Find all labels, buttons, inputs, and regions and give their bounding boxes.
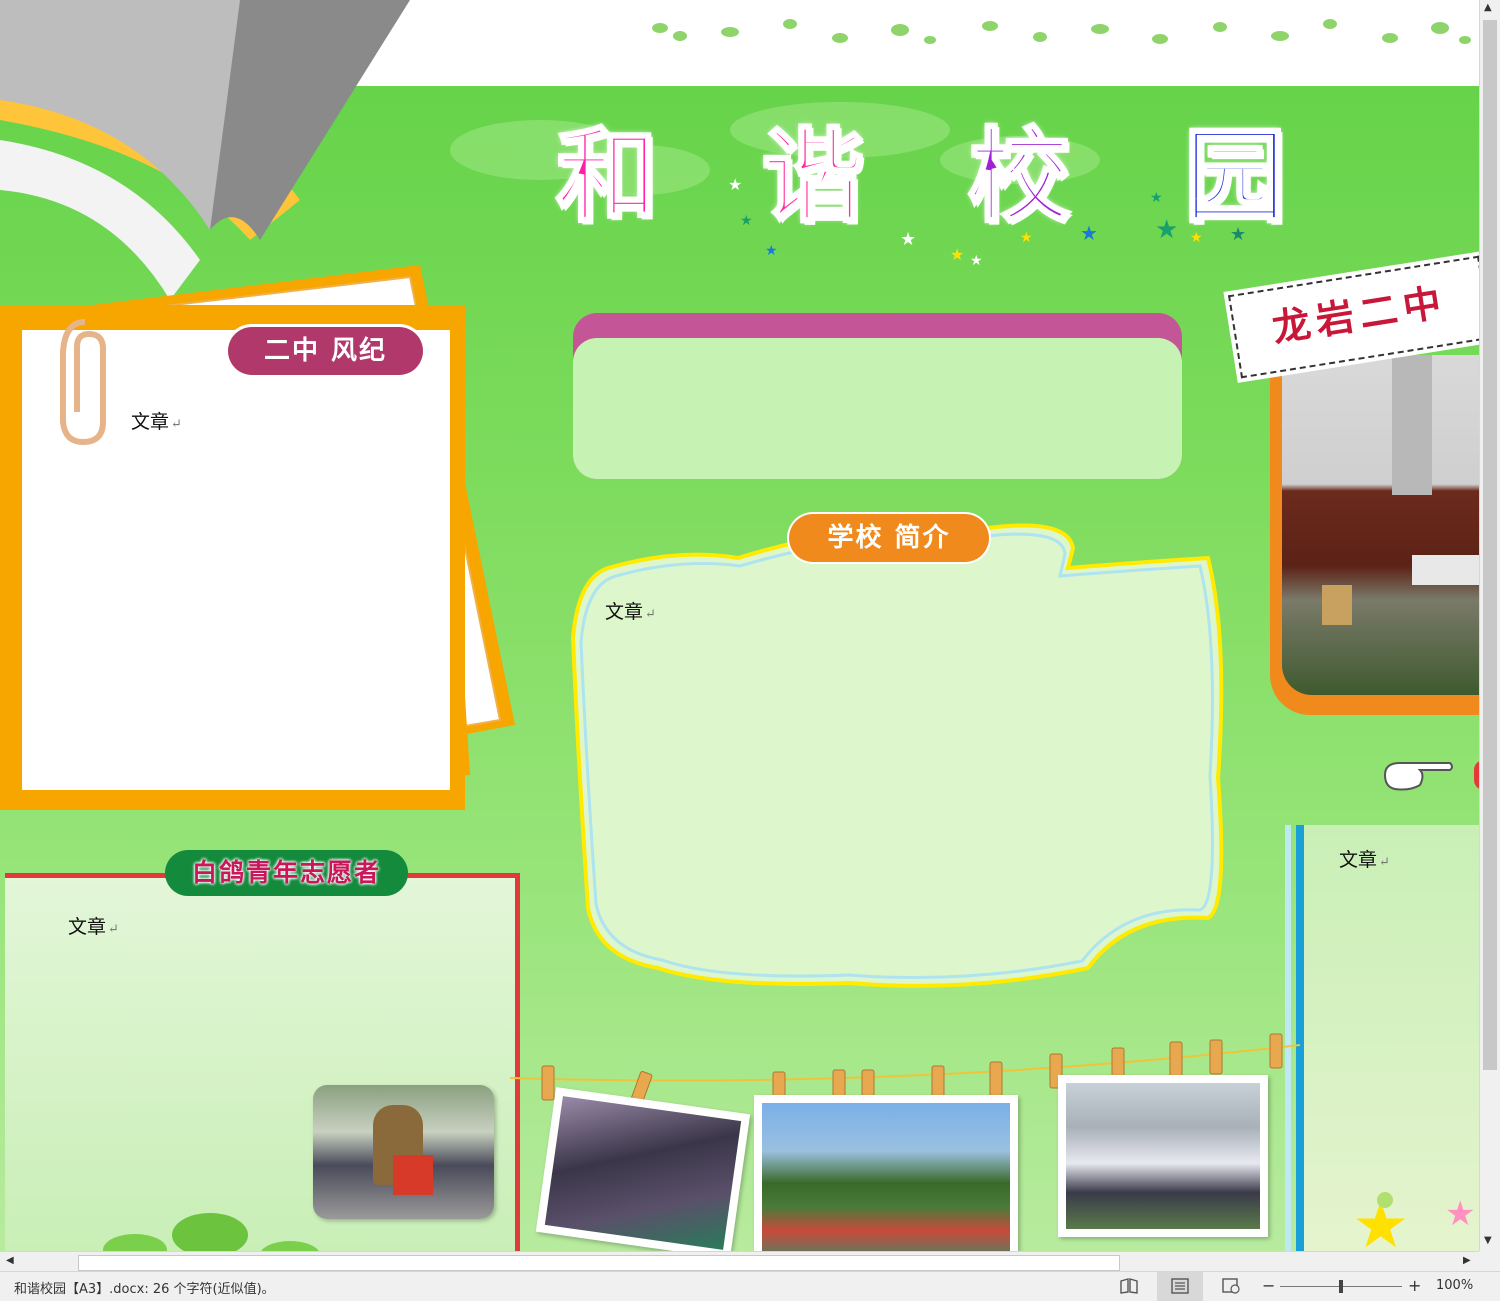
section-label-intro: 学校 简介 bbox=[789, 514, 989, 562]
svg-text:★: ★ bbox=[1230, 224, 1246, 245]
svg-text:★: ★ bbox=[1155, 215, 1178, 245]
article-volunteer[interactable]: 文章 ↵ bbox=[68, 912, 119, 939]
school-gate-photo bbox=[1282, 355, 1479, 695]
article-text: 文章 bbox=[1339, 849, 1378, 871]
top-content-box[interactable] bbox=[573, 338, 1182, 479]
document-info: 和谐校园【A3】.docx: 26 个字符(近似值)。 bbox=[14, 1282, 275, 1297]
leaves-decoration bbox=[103, 1213, 319, 1251]
article-right[interactable]: 文章 ↵ bbox=[1339, 845, 1390, 872]
stars-corner-decoration: ★ ★ bbox=[1352, 1189, 1475, 1251]
zoom-slider-thumb[interactable] bbox=[1339, 1280, 1343, 1293]
svg-text:★: ★ bbox=[740, 213, 753, 229]
article-text: 文章 bbox=[68, 916, 107, 938]
svg-text:★: ★ bbox=[1190, 230, 1203, 246]
horizontal-scrollbar[interactable]: ◀ ▶ bbox=[0, 1251, 1479, 1272]
document-canvas: 和 谐 校 园 ★ ★ ★ ★ ★ ★ ★ ★ ★ ★ ★ ★ 二中 风纪 文章… bbox=[0, 0, 1479, 1251]
school-intro-box[interactable] bbox=[568, 518, 1228, 993]
svg-text:★: ★ bbox=[765, 243, 778, 259]
svg-text:★: ★ bbox=[1150, 190, 1163, 206]
section-label-volunteer: 白鸽青年志愿者 bbox=[165, 850, 408, 896]
zoom-in-button[interactable]: + bbox=[1408, 1276, 1421, 1295]
scroll-left-icon[interactable]: ◀ bbox=[6, 1255, 14, 1266]
paragraph-mark: ↵ bbox=[645, 607, 656, 622]
scroll-corner bbox=[1479, 1251, 1500, 1271]
pointing-hand-icon bbox=[1383, 762, 1453, 791]
article-text: 文章 bbox=[131, 411, 170, 433]
students-group-photo bbox=[1058, 1075, 1268, 1237]
svg-text:★: ★ bbox=[970, 253, 983, 269]
scroll-up-icon[interactable]: ▲ bbox=[1484, 2, 1492, 13]
paragraph-mark: ↵ bbox=[171, 417, 182, 432]
status-bar: 和谐校园【A3】.docx: 26 个字符(近似值)。 − + 100% bbox=[0, 1271, 1500, 1301]
svg-text:★: ★ bbox=[1020, 230, 1033, 246]
svg-text:★: ★ bbox=[1080, 221, 1098, 245]
article-text: 文章 bbox=[605, 601, 644, 623]
horizontal-scroll-thumb[interactable] bbox=[78, 1255, 1120, 1271]
vertical-scroll-thumb[interactable] bbox=[1483, 20, 1497, 1070]
stadium-photo bbox=[535, 1087, 751, 1251]
view-print-layout-button[interactable] bbox=[1157, 1272, 1203, 1301]
title-char-1: 和 bbox=[555, 117, 660, 239]
volunteer-photo bbox=[313, 1085, 494, 1219]
page-layout-icon bbox=[1171, 1278, 1189, 1294]
svg-text:★: ★ bbox=[728, 175, 742, 194]
zoom-level[interactable]: 100% bbox=[1436, 1278, 1473, 1293]
paragraph-mark: ↵ bbox=[108, 922, 119, 937]
paragraph-mark: ↵ bbox=[1379, 855, 1390, 870]
stars-decoration: ★ ★ ★ ★ ★ ★ ★ ★ ★ ★ ★ ★ bbox=[728, 175, 1246, 269]
article-intro[interactable]: 文章 ↵ bbox=[605, 597, 656, 624]
sports-meet-photo bbox=[754, 1095, 1018, 1251]
leaf-garland-decoration bbox=[652, 19, 1471, 44]
scroll-right-icon[interactable]: ▶ bbox=[1463, 1255, 1471, 1266]
svg-text:★: ★ bbox=[900, 229, 916, 250]
zoom-out-button[interactable]: − bbox=[1262, 1276, 1275, 1295]
scroll-down-icon[interactable]: ▼ bbox=[1484, 1235, 1492, 1246]
svg-text:★: ★ bbox=[950, 245, 964, 264]
article-fengji[interactable]: 文章 ↵ bbox=[131, 407, 182, 434]
book-icon[interactable] bbox=[1120, 1278, 1138, 1294]
school-photo-frame bbox=[1270, 355, 1479, 715]
paperclip-icon bbox=[60, 319, 106, 446]
vertical-scrollbar[interactable]: ▲ ▼ bbox=[1479, 0, 1500, 1251]
section-label-fengji: 二中 风纪 bbox=[228, 327, 423, 375]
web-layout-icon[interactable] bbox=[1222, 1278, 1240, 1294]
svg-text:★: ★ bbox=[1445, 1194, 1475, 1234]
